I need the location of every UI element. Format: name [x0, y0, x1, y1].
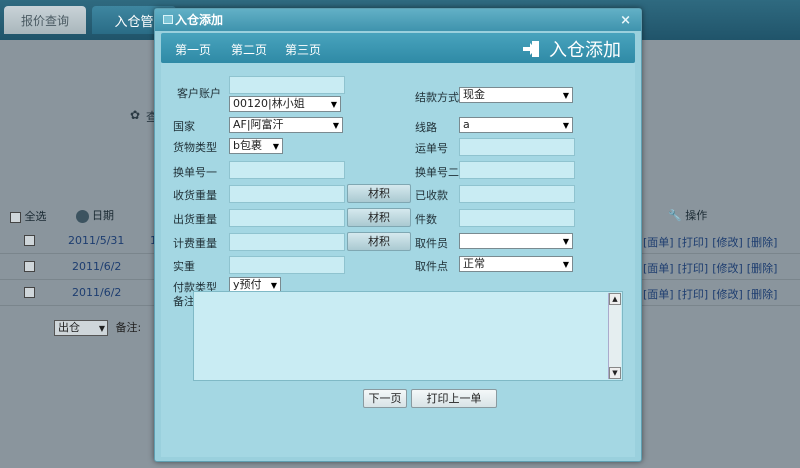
- cargo-type-select[interactable]: b包裹: [229, 138, 283, 154]
- volume-button-1[interactable]: 材积: [347, 184, 411, 203]
- tab-quote-query[interactable]: 报价查询: [4, 6, 86, 34]
- delete-link[interactable]: [删除]: [747, 288, 778, 301]
- row-actions: [面单] [打印] [修改] [删除]: [643, 234, 781, 250]
- calendar-icon: [76, 209, 89, 223]
- remarks-label: 备注: [173, 295, 195, 308]
- actual-weight-label: 实重: [173, 260, 195, 273]
- add-warehouse-dialog: 入仓添加 × 第一页 第二页 第三页 入仓添加 客户账户 00120|林小姐 国…: [154, 8, 642, 462]
- dialog-title: 入仓添加: [175, 13, 224, 27]
- remarks-textarea[interactable]: ▲ ▼: [193, 291, 623, 381]
- customer-account-label: 客户账户: [177, 87, 221, 100]
- bottom-controls: 出仓 备注:: [54, 319, 141, 336]
- recv-weight-input[interactable]: [229, 185, 345, 203]
- bill-weight-input[interactable]: [229, 233, 345, 251]
- ship-weight-label: 出货重量: [173, 213, 217, 226]
- tab-page-3[interactable]: 第三页: [285, 41, 321, 58]
- form-body: 客户账户 00120|林小姐 国家 AF|阿富汗 货物类型 b包裹 换单号一 收…: [161, 63, 635, 457]
- next-page-button[interactable]: 下一页: [363, 389, 407, 408]
- row-checkbox[interactable]: [24, 235, 35, 246]
- recv-weight-label: 收货重量: [173, 189, 217, 202]
- picker-select[interactable]: [459, 233, 573, 249]
- dialog-heading: 入仓添加: [521, 36, 621, 62]
- waybill-link[interactable]: [面单]: [643, 288, 674, 301]
- row-checkbox[interactable]: [24, 287, 35, 298]
- cargo-type-label: 货物类型: [173, 141, 217, 154]
- volume-button-3[interactable]: 材积: [347, 232, 411, 251]
- route-select[interactable]: a: [459, 117, 573, 133]
- status-select[interactable]: 出仓: [54, 320, 108, 336]
- waybill-input[interactable]: [459, 138, 575, 156]
- customer-account-select[interactable]: 00120|林小姐: [229, 96, 341, 112]
- route-label: 线路: [415, 121, 437, 134]
- pickup-point-label: 取件点: [415, 260, 448, 273]
- print-link[interactable]: [打印]: [678, 288, 709, 301]
- scroll-down-icon[interactable]: ▼: [609, 367, 621, 379]
- exchange2-input[interactable]: [459, 161, 575, 179]
- print-link[interactable]: [打印]: [678, 262, 709, 275]
- country-select[interactable]: AF|阿富汗: [229, 117, 343, 133]
- scroll-up-icon[interactable]: ▲: [609, 293, 621, 305]
- row-actions: [面单] [打印] [修改] [删除]: [643, 260, 781, 276]
- waybill-label: 运单号: [415, 142, 448, 155]
- waybill-link[interactable]: [面单]: [643, 236, 674, 249]
- received-label: 已收款: [415, 189, 448, 202]
- settlement-label: 结款方式: [415, 91, 459, 104]
- ops-header: 🔧 操作: [668, 209, 708, 222]
- select-all[interactable]: 全选: [10, 208, 47, 224]
- waybill-link[interactable]: [面单]: [643, 262, 674, 275]
- customer-account-input[interactable]: [229, 76, 345, 94]
- pieces-label: 件数: [415, 213, 437, 226]
- exchange1-input[interactable]: [229, 161, 345, 179]
- delete-link[interactable]: [删除]: [747, 236, 778, 249]
- country-label: 国家: [173, 120, 195, 133]
- bill-weight-label: 计费重量: [173, 237, 217, 250]
- search-icon: ✿: [130, 108, 141, 122]
- row-actions: [面单] [打印] [修改] [删除]: [643, 286, 781, 302]
- actual-weight-input[interactable]: [229, 256, 345, 274]
- edit-link[interactable]: [修改]: [712, 236, 743, 249]
- ship-weight-input[interactable]: [229, 209, 345, 227]
- print-link[interactable]: [打印]: [678, 236, 709, 249]
- tab-page-1[interactable]: 第一页: [175, 41, 211, 58]
- tab-page-2[interactable]: 第二页: [231, 41, 267, 58]
- exchange2-label: 换单号二: [415, 166, 459, 179]
- dialog-tabs: 第一页 第二页 第三页 入仓添加: [161, 33, 635, 63]
- pickup-point-select[interactable]: 正常: [459, 256, 573, 272]
- delete-link[interactable]: [删除]: [747, 262, 778, 275]
- enter-arrow-icon: [523, 41, 539, 57]
- pieces-input[interactable]: [459, 209, 575, 227]
- edit-link[interactable]: [修改]: [712, 288, 743, 301]
- dialog-titlebar: 入仓添加 ×: [155, 9, 641, 31]
- settlement-select[interactable]: 现金: [459, 87, 573, 103]
- volume-button-2[interactable]: 材积: [347, 208, 411, 227]
- picker-label: 取件员: [415, 237, 448, 250]
- received-input[interactable]: [459, 185, 575, 203]
- row-date: 2011/5/31: [68, 234, 125, 247]
- remarks-scrollbar[interactable]: ▲ ▼: [608, 293, 621, 379]
- close-icon[interactable]: ×: [620, 10, 631, 32]
- edit-link[interactable]: [修改]: [712, 262, 743, 275]
- row-date: 2011/6/2: [72, 260, 122, 273]
- print-previous-button[interactable]: 打印上一单: [411, 389, 497, 408]
- row-checkbox[interactable]: [24, 261, 35, 272]
- wrench-icon: 🔧: [668, 209, 682, 222]
- remark-label: 备注:: [115, 321, 142, 334]
- row-date: 2011/6/2: [72, 286, 122, 299]
- select-all-checkbox[interactable]: [10, 211, 21, 223]
- exchange1-label: 换单号一: [173, 166, 217, 179]
- date-header: 日期: [76, 207, 114, 223]
- window-icon: [163, 15, 173, 24]
